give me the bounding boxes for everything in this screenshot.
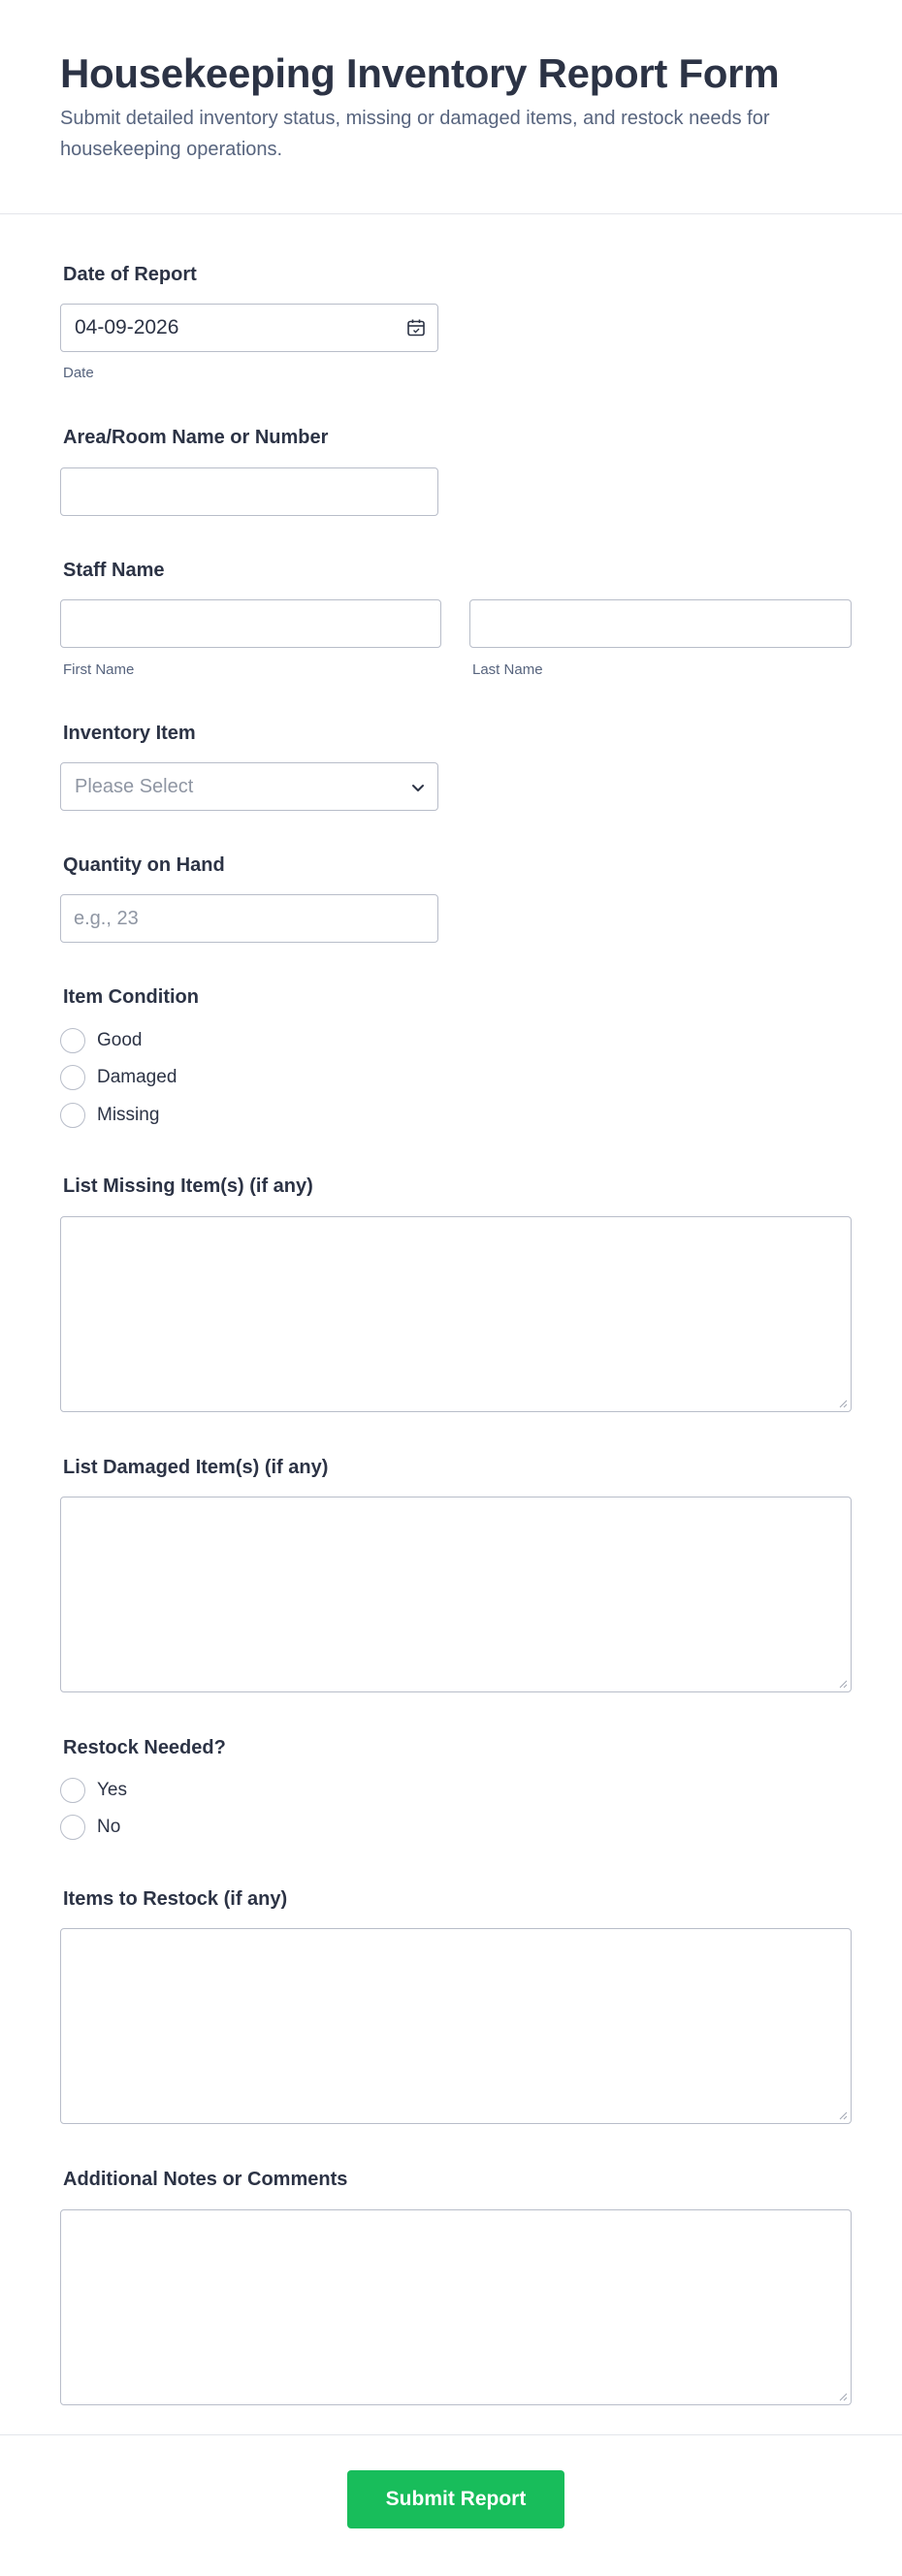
chevron-down-icon bbox=[412, 785, 424, 791]
restock-items-textarea[interactable] bbox=[60, 1928, 852, 2124]
restock-no-radio[interactable] bbox=[60, 1815, 85, 1840]
quantity-input[interactable] bbox=[60, 894, 438, 943]
restock-yes-label[interactable]: Yes bbox=[97, 1780, 127, 1801]
area-label: Area/Room Name or Number bbox=[63, 427, 329, 448]
resize-grip-icon[interactable] bbox=[838, 2110, 848, 2120]
notes-textarea[interactable] bbox=[60, 2209, 852, 2405]
missing-items-label: List Missing Item(s) (if any) bbox=[63, 1175, 313, 1197]
submit-report-button[interactable]: Submit Report bbox=[347, 2470, 564, 2528]
condition-missing-radio[interactable] bbox=[60, 1103, 85, 1128]
date-label: Date of Report bbox=[63, 264, 197, 285]
condition-good-radio[interactable] bbox=[60, 1028, 85, 1053]
date-field[interactable]: 04-09-2026 bbox=[60, 304, 438, 352]
damaged-items-label: List Damaged Item(s) (if any) bbox=[63, 1457, 329, 1478]
restock-items-label: Items to Restock (if any) bbox=[63, 1888, 288, 1910]
item-condition-label: Item Condition bbox=[63, 986, 199, 1008]
condition-damaged-label[interactable]: Damaged bbox=[97, 1067, 177, 1088]
footer-divider bbox=[0, 2434, 902, 2435]
resize-grip-icon[interactable] bbox=[838, 1399, 848, 1408]
restock-no-label[interactable]: No bbox=[97, 1817, 120, 1838]
condition-good-label[interactable]: Good bbox=[97, 1030, 142, 1051]
condition-damaged-radio[interactable] bbox=[60, 1065, 85, 1090]
first-name-sublabel: First Name bbox=[63, 661, 135, 678]
inventory-item-label: Inventory Item bbox=[63, 723, 196, 744]
area-input[interactable] bbox=[60, 467, 438, 516]
resize-grip-icon[interactable] bbox=[838, 2392, 848, 2401]
notes-label: Additional Notes or Comments bbox=[63, 2169, 348, 2190]
restock-yes-radio[interactable] bbox=[60, 1778, 85, 1803]
damaged-items-textarea[interactable] bbox=[60, 1497, 852, 1692]
last-name-sublabel: Last Name bbox=[472, 661, 543, 678]
condition-missing-label[interactable]: Missing bbox=[97, 1105, 159, 1126]
date-value: 04-09-2026 bbox=[75, 316, 179, 338]
quantity-label: Quantity on Hand bbox=[63, 854, 225, 876]
inventory-item-selected: Please Select bbox=[75, 776, 194, 797]
restock-needed-label: Restock Needed? bbox=[63, 1737, 226, 1758]
form-header: Housekeeping Inventory Report Form Submi… bbox=[0, 0, 902, 214]
form-subtitle: Submit detailed inventory status, missin… bbox=[60, 108, 770, 160]
resize-grip-icon[interactable] bbox=[838, 1679, 848, 1689]
calendar-icon[interactable] bbox=[406, 318, 426, 338]
inventory-item-select[interactable]: Please Select bbox=[60, 762, 438, 811]
first-name-input[interactable] bbox=[60, 599, 441, 648]
form-title: Housekeeping Inventory Report Form bbox=[60, 50, 780, 96]
staff-name-label: Staff Name bbox=[63, 560, 165, 581]
last-name-input[interactable] bbox=[469, 599, 852, 648]
missing-items-textarea[interactable] bbox=[60, 1216, 852, 1412]
date-sublabel: Date bbox=[63, 365, 94, 381]
